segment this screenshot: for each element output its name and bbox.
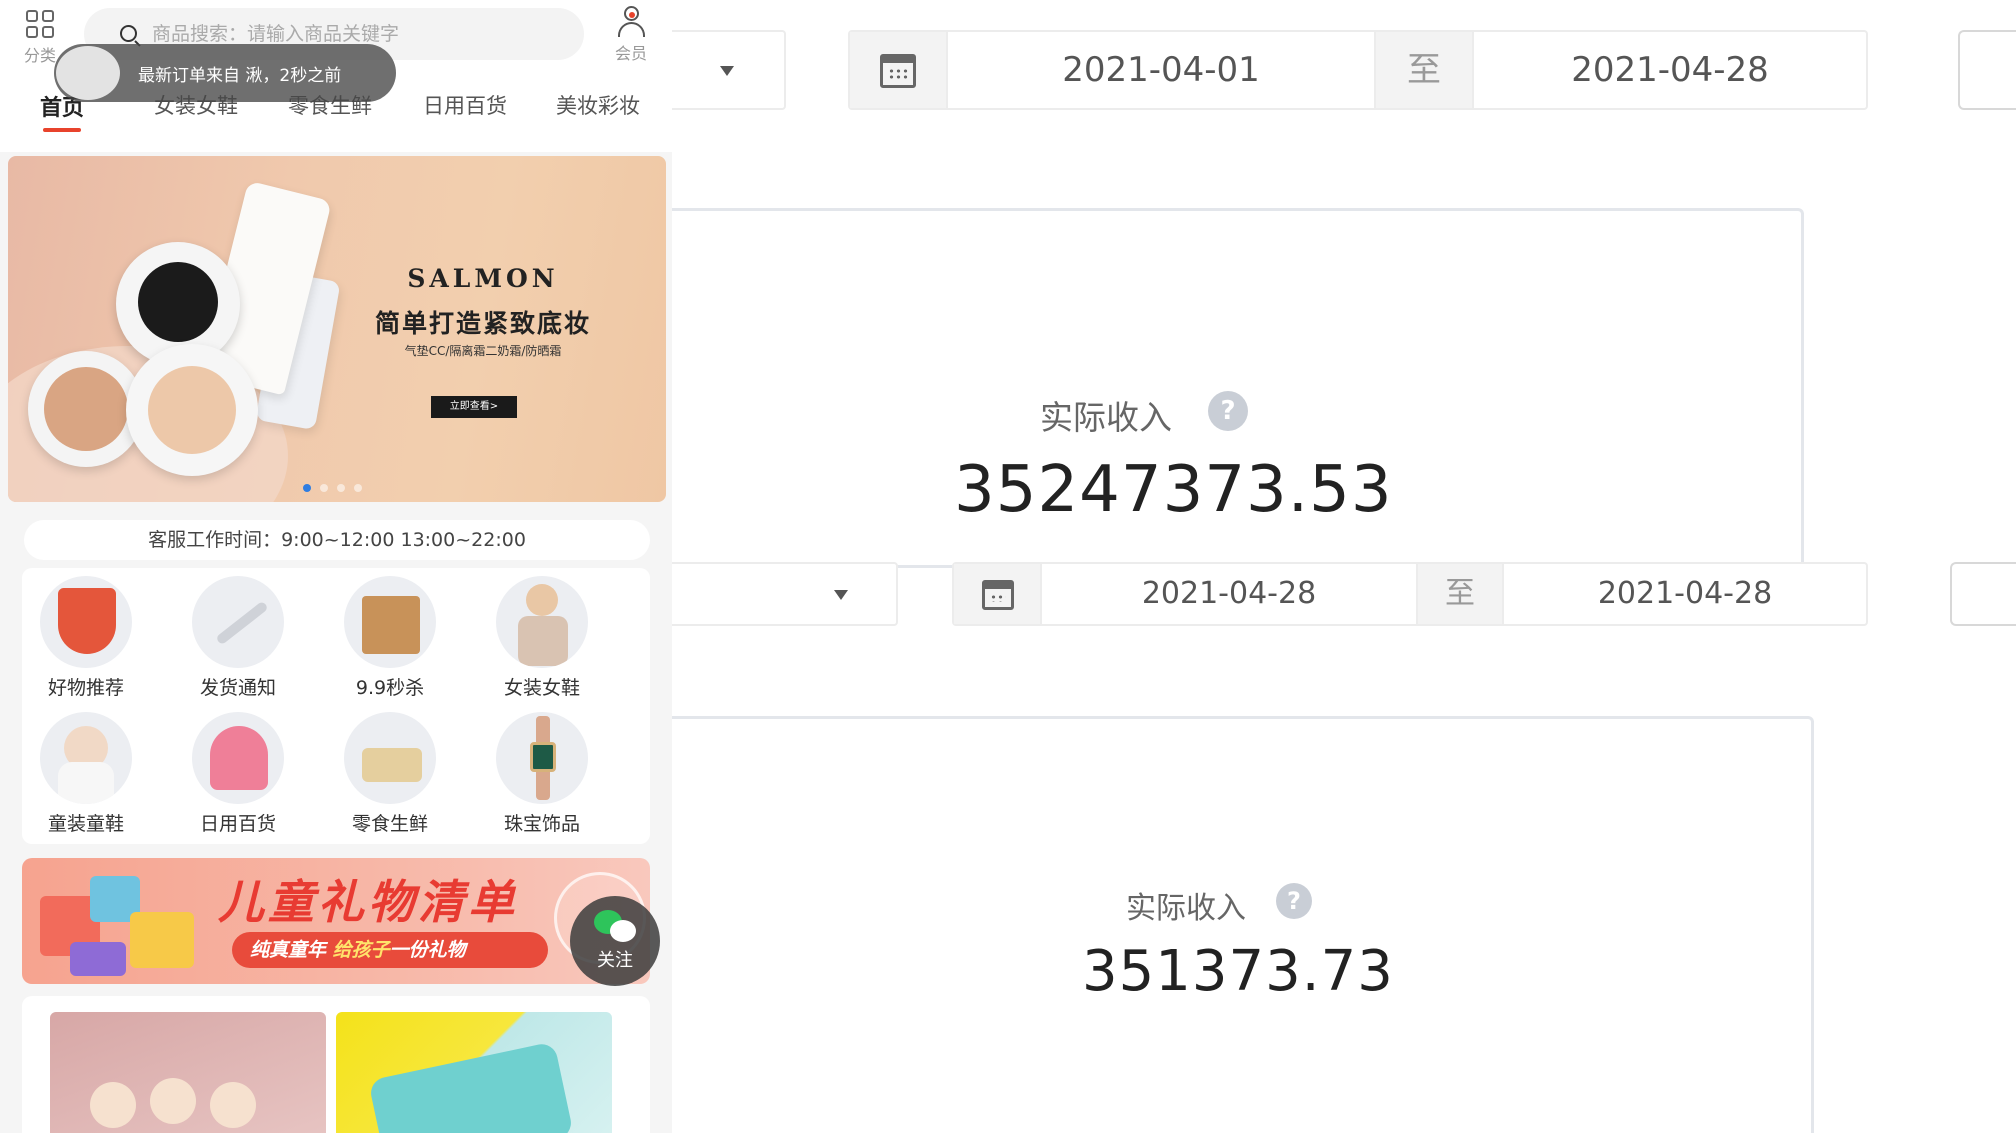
flash-sale-icon [344, 576, 436, 668]
hero-banner[interactable]: SALMON 简单打造紧致底妆 气垫CC/隔离霜二奶霜/防晒霜 立即查看> [8, 156, 666, 502]
start-date-input[interactable]: 2021-04-28 [1042, 564, 1416, 624]
cushion-compact-image [126, 344, 258, 476]
order-notification-toast: 最新订单来自 湫，2秒之前 [54, 44, 396, 102]
stat-label: 实际收入 [1040, 398, 1172, 437]
caret-down-icon [834, 590, 848, 600]
active-tab-indicator [43, 128, 81, 132]
date-range-separator: 至 [1416, 564, 1504, 624]
category-item-label: 珠宝饰品 [503, 813, 580, 835]
date-range-picker[interactable]: 2021-04-28 至 2021-04-28 [952, 562, 1868, 626]
kids-gift-promo-banner[interactable]: 儿童礼物清单 纯真童年 给孩子一份礼物 [22, 858, 650, 984]
product-grid [22, 996, 650, 1133]
caret-down-icon [720, 66, 734, 76]
product-card-dolls[interactable] [50, 1012, 326, 1133]
grid-icon [26, 10, 54, 38]
gift-illustration [30, 866, 200, 976]
category-item-label: 9.9秒杀 [355, 677, 425, 699]
order-notification-text: 最新订单来自 湫，2秒之前 [138, 66, 342, 86]
category-item-daily-goods[interactable]: 日用百货 [178, 712, 298, 840]
calendar-icon [880, 54, 916, 88]
calendar-icon [982, 580, 1014, 610]
banner-cta-button[interactable]: 立即查看> [431, 396, 517, 418]
member-label: 会员 [614, 44, 647, 63]
avatar [56, 46, 120, 100]
category-item-recommend[interactable]: 好物推荐 [26, 576, 146, 704]
follow-label: 关注 [597, 950, 633, 971]
tab-beauty[interactable]: 美妆彩妆 [556, 90, 640, 120]
carousel-dot[interactable] [337, 484, 345, 492]
mobile-shop-app: 分类 会员 首页 女装女鞋 零食生鲜 日用百货 美妆彩妆 最新订单来自 湫，2秒… [0, 0, 672, 1133]
watch-icon [496, 712, 588, 804]
search-icon [120, 25, 137, 42]
filter-select[interactable] [672, 562, 898, 626]
category-item-label: 发货通知 [199, 677, 276, 699]
category-item-label: 好物推荐 [47, 677, 124, 699]
revenue-stat-card: 实际收入 ? 351373.73 [672, 716, 1814, 1133]
carousel-dot[interactable] [303, 484, 311, 492]
admin-revenue-screenshots: 2021-04-01 至 2021-04-28 实际收入 ? 35247373.… [672, 0, 2016, 1133]
banner-headline: 简单打造紧致底妆 [374, 309, 591, 338]
category-grid: 好物推荐 发货通知 9.9秒杀 女装女鞋 童装童鞋 日用百货 零食生鲜 珠宝饰品 [22, 568, 650, 844]
category-item-flash-sale[interactable]: 9.9秒杀 [330, 576, 450, 704]
category-item-jewelry[interactable]: 珠宝饰品 [482, 712, 602, 840]
promo-tagline: 纯真童年 给孩子一份礼物 [232, 932, 548, 968]
end-date-input[interactable]: 2021-04-28 [1474, 32, 1866, 108]
date-range-picker[interactable]: 2021-04-01 至 2021-04-28 [848, 30, 1868, 110]
revenue-stat-card: 实际收入 ? 35247373.53 [672, 208, 1804, 568]
category-item-label: 童装童鞋 [47, 813, 124, 835]
help-icon[interactable]: ? [1208, 391, 1248, 431]
date-range-separator: 至 [1374, 32, 1474, 108]
category-item-shipping[interactable]: 发货通知 [178, 576, 298, 704]
banner-subtitle: 气垫CC/隔离霜二奶霜/防晒霜 [404, 344, 562, 358]
product-card-wipes[interactable] [336, 1012, 612, 1133]
help-icon[interactable]: ? [1276, 883, 1312, 919]
promo-title: 儿童礼物清单 [218, 875, 518, 929]
stat-value: 35247373.53 [954, 453, 1393, 527]
service-hours-notice: 客服工作时间：9:00~12:00 13:00~22:00 [24, 520, 650, 560]
carousel-dot[interactable] [354, 484, 362, 492]
filter-select[interactable] [672, 30, 786, 110]
category-item-snacks[interactable]: 零食生鲜 [330, 712, 450, 840]
carousel-dot[interactable] [320, 484, 328, 492]
gift-box-icon [40, 576, 132, 668]
category-item-label: 女装女鞋 [503, 677, 580, 699]
user-icon [616, 6, 646, 38]
stat-value: 351373.73 [1082, 939, 1394, 1004]
umbrella-icon [192, 712, 284, 804]
womens-wear-icon [496, 576, 588, 668]
category-item-label: 零食生鲜 [351, 813, 428, 835]
category-item-label: 日用百货 [199, 813, 276, 835]
category-item-kids-wear[interactable]: 童装童鞋 [26, 712, 146, 840]
wechat-icon [594, 910, 636, 944]
category-item-womens-wear[interactable]: 女装女鞋 [482, 576, 602, 704]
tab-daily-goods[interactable]: 日用百货 [423, 90, 507, 120]
shipping-icon [192, 576, 284, 668]
start-date-input[interactable]: 2021-04-01 [948, 32, 1374, 108]
category-button[interactable]: 分类 [14, 6, 66, 65]
banner-brand: SALMON [407, 264, 559, 293]
snack-icon [344, 712, 436, 804]
member-button[interactable]: 会员 [606, 4, 656, 64]
search-button[interactable] [1958, 30, 2016, 110]
search-button[interactable] [1950, 562, 2016, 626]
carousel-dots [303, 484, 362, 492]
stat-label: 实际收入 [1126, 891, 1246, 926]
follow-button[interactable]: 关注 [570, 896, 660, 986]
top-bar: 分类 会员 首页 女装女鞋 零食生鲜 日用百货 美妆彩妆 最新订单来自 湫，2秒… [0, 0, 672, 152]
kids-wear-icon [40, 712, 132, 804]
end-date-input[interactable]: 2021-04-28 [1504, 564, 1866, 624]
